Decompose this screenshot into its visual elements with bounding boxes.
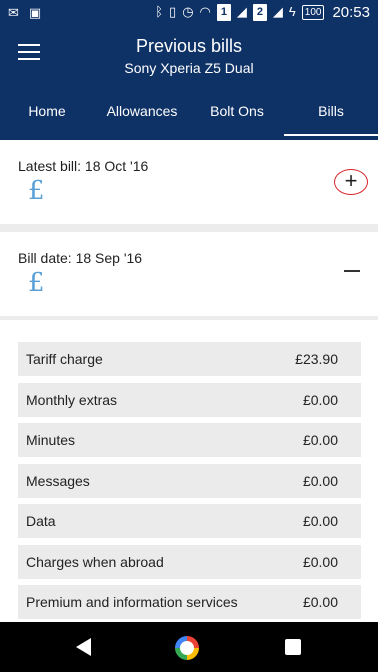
bill-row-label: Tariff charge [26,351,103,367]
bill-row-premium: Premium and information services £0.00 [18,585,361,619]
mail-icon: ✉ [8,5,19,20]
sim1-badge: 1 [216,3,231,21]
bill-row-label: Premium and information services [26,594,238,610]
tab-bar: Home Allowances Bolt Ons Bills [0,96,378,140]
bill-row-value: £0.00 [302,392,338,408]
tab-home[interactable]: Home [0,96,94,140]
bill-row-value: £0.00 [302,554,338,570]
bill-row-value: £0.00 [302,513,338,529]
latest-bill-panel[interactable]: Latest bill: 18 Oct '16 £ + [0,140,378,224]
status-time: 20:53 [332,3,370,21]
page-title: Previous bills [135,36,243,56]
vibrate-icon: ▯ [169,4,177,19]
status-notifications: ✉ ▣ [8,4,41,22]
tab-bills[interactable]: Bills [284,96,378,140]
image-icon: ▣ [28,5,42,20]
expand-button[interactable]: + [334,169,368,195]
bill-details: Tariff charge £23.90 Monthly extras £0.0… [0,320,378,622]
bill-date-label: Bill date: 18 Sep '16 [18,250,143,266]
bill-row-label: Charges when abroad [26,554,164,570]
bill-row-minutes: Minutes £0.00 [18,423,361,457]
bill-row-tariff: Tariff charge £23.90 [18,342,361,376]
bill-row-monthly-extras: Monthly extras £0.00 [18,383,361,417]
system-nav-bar [0,622,378,672]
device-subtitle: Sony Xperia Z5 Dual [124,60,254,76]
pound-icon: £ [28,176,45,206]
battery-level: 100 [301,4,325,20]
back-icon[interactable] [76,638,91,656]
bill-row-value: £0.00 [302,432,338,448]
latest-bill-label: Latest bill: 18 Oct '16 [18,158,149,174]
signal-icon: ◢ [236,4,247,19]
bill-row-label: Messages [26,473,90,489]
alarm-icon: ◷ [182,4,194,19]
signal-icon: ◢ [272,4,283,19]
tab-bolt-ons[interactable]: Bolt Ons [190,96,284,140]
home-icon[interactable] [175,636,199,660]
bill-row-value: £0.00 [302,473,338,489]
bill-row-value: £0.00 [302,594,338,610]
bill-row-label: Data [26,513,56,529]
pound-icon: £ [28,268,45,298]
bluetooth-icon: ᛒ [155,4,164,19]
bill-date-panel[interactable]: Bill date: 18 Sep '16 £ [0,232,378,316]
app-bar: Previous bills Sony Xperia Z5 Dual [0,26,378,96]
bill-row-label: Minutes [26,432,76,448]
bill-row-abroad: Charges when abroad £0.00 [18,545,361,579]
bill-row-data: Data £0.00 [18,504,361,538]
bill-row-messages: Messages £0.00 [18,464,361,498]
wifi-icon: ◠ [199,4,211,19]
bill-row-label: Monthly extras [26,392,118,408]
status-system: ᛒ ▯ ◷ ◠ 1 ◢ 2 ◢ ϟ 100 20:53 [155,3,370,21]
bill-row-value: £23.90 [295,351,338,367]
collapse-button[interactable] [344,260,360,280]
recent-apps-icon[interactable] [285,639,301,655]
sim2-badge: 2 [252,3,267,21]
tab-allowances[interactable]: Allowances [94,96,190,140]
status-bar: ✉ ▣ ᛒ ▯ ◷ ◠ 1 ◢ 2 ◢ ϟ 100 20:53 [0,0,378,26]
charging-icon: ϟ [288,4,296,19]
